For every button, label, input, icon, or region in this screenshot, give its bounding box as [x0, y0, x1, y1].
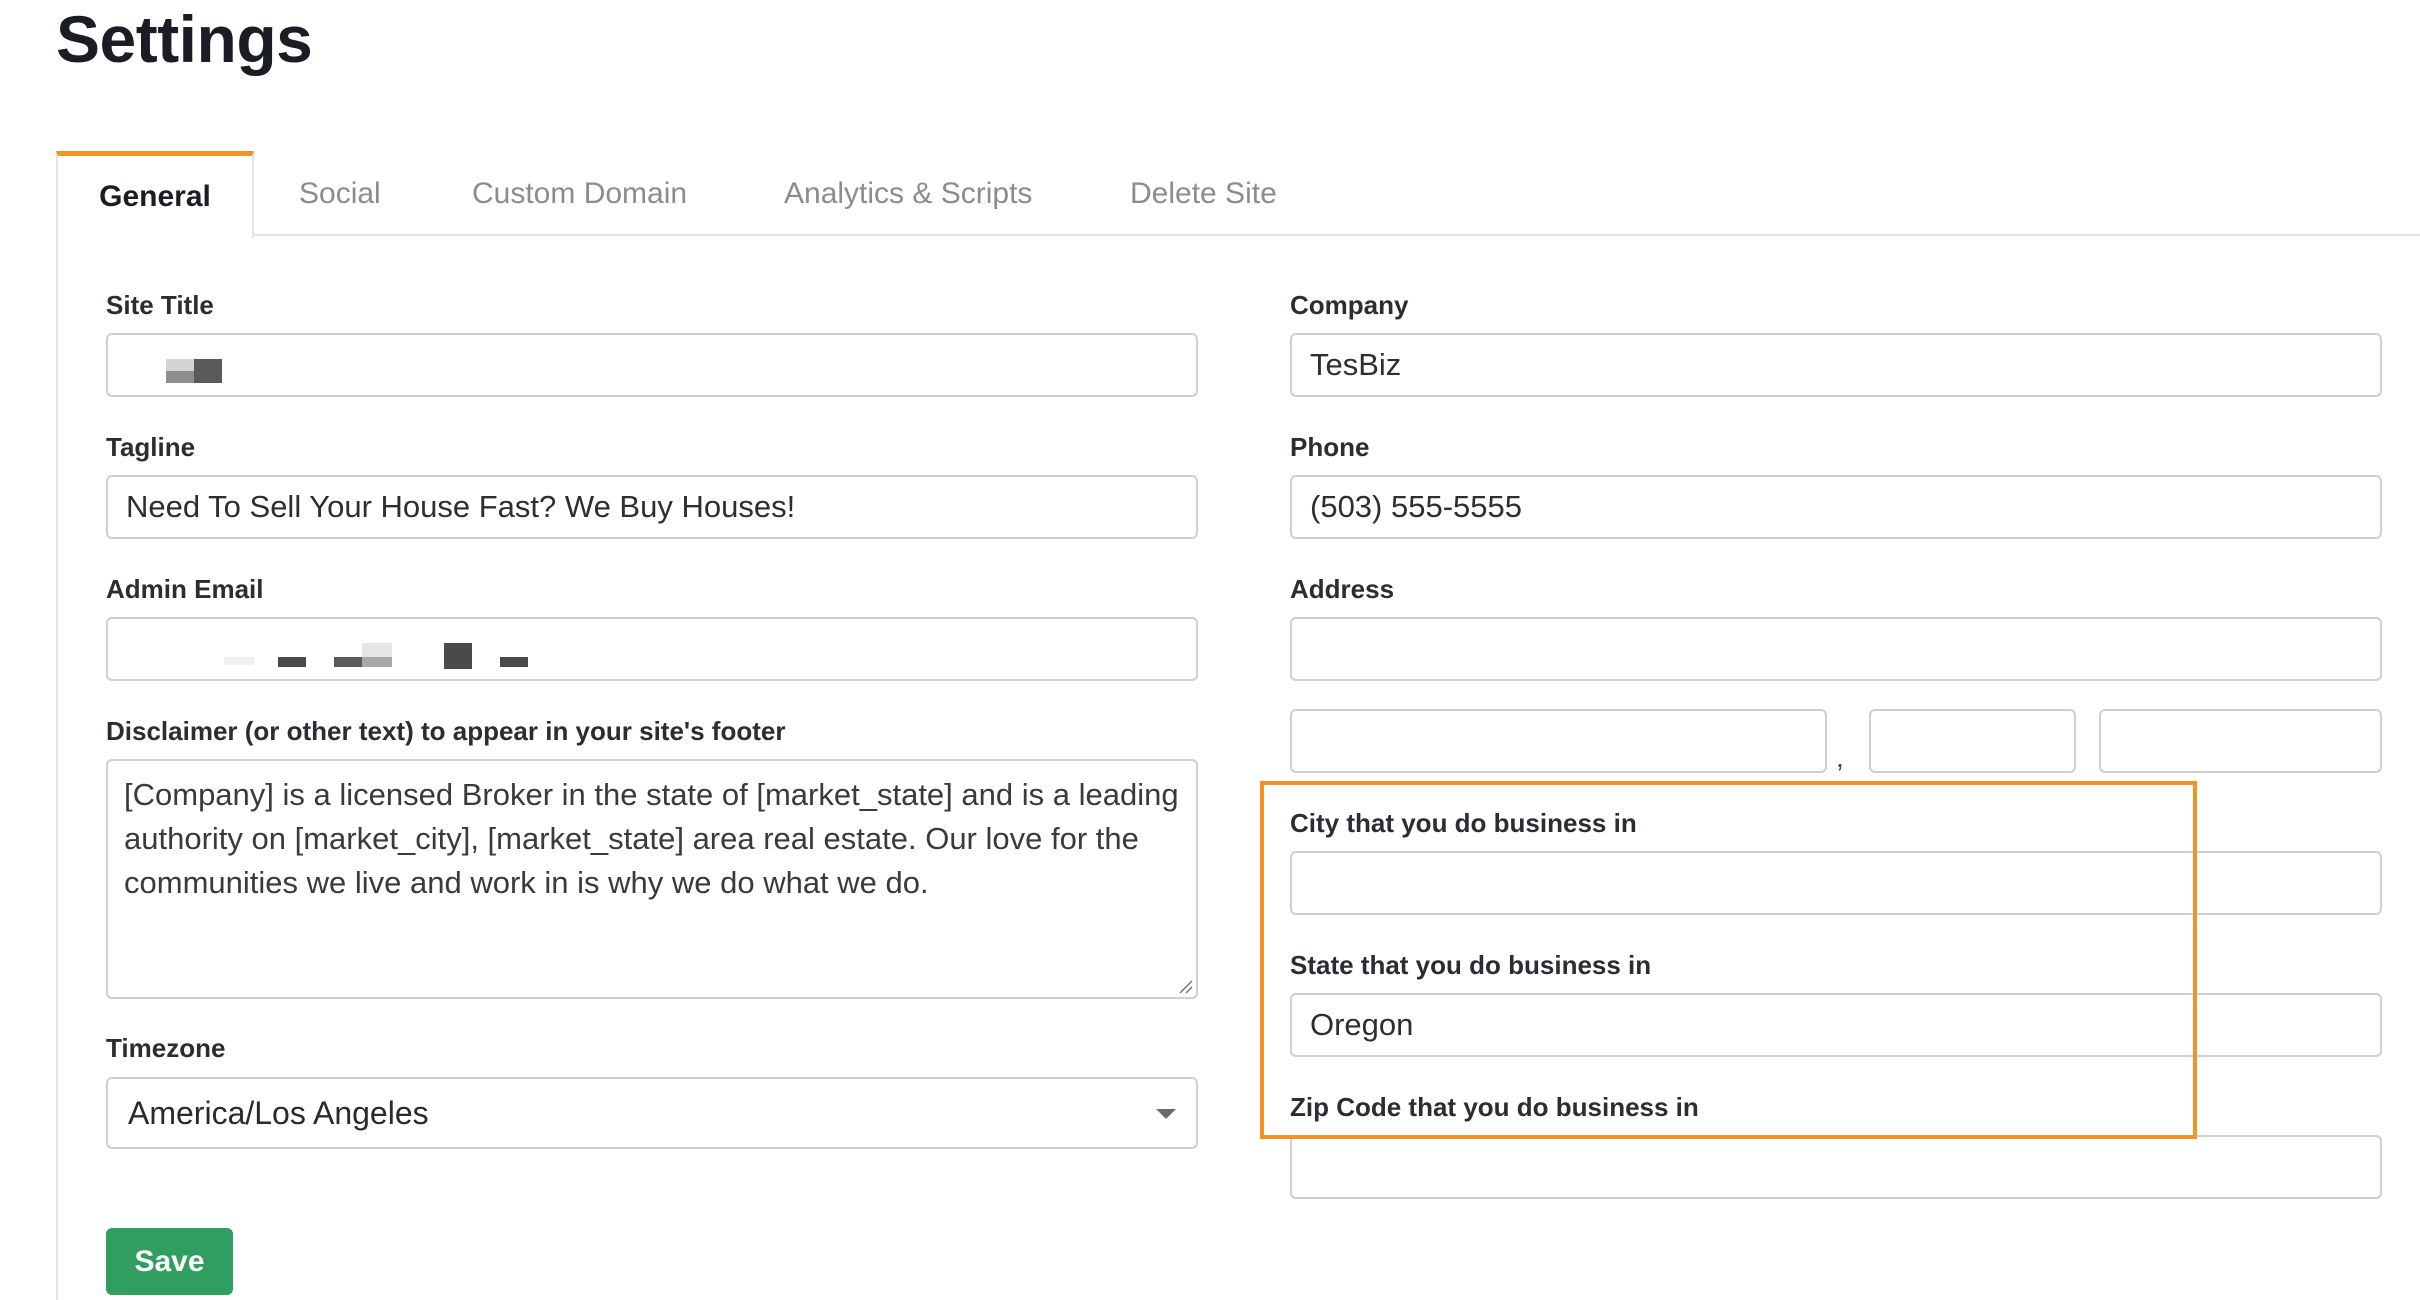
phone-label: Phone — [1290, 432, 1370, 462]
redacted-text — [444, 643, 472, 669]
disclaimer-textarea[interactable]: [Company] is a licensed Broker in the st… — [106, 759, 1198, 999]
address-city-input[interactable] — [1290, 709, 1827, 773]
timezone-label: Timezone — [106, 1033, 226, 1063]
zip-business-label: Zip Code that you do business in — [1290, 1092, 1699, 1122]
admin-email-input[interactable] — [106, 617, 1198, 681]
redacted-text — [278, 657, 306, 667]
redacted-text — [334, 657, 362, 667]
state-business-input[interactable]: Oregon — [1290, 993, 2382, 1057]
address-label: Address — [1290, 574, 1395, 604]
redacted-text — [166, 359, 194, 371]
tab-social[interactable]: Social — [299, 151, 381, 236]
zip-business-input[interactable] — [1290, 1135, 2382, 1199]
address-zip-input[interactable] — [2099, 709, 2382, 773]
admin-email-label: Admin Email — [106, 574, 264, 604]
tab-analytics-scripts[interactable]: Analytics & Scripts — [784, 151, 1032, 236]
redacted-text — [166, 371, 194, 383]
save-button[interactable]: Save — [106, 1228, 233, 1295]
site-title-input[interactable] — [106, 333, 1198, 397]
state-business-label: State that you do business in — [1290, 950, 1652, 980]
tab-general[interactable]: General — [56, 151, 254, 238]
settings-tabs: General Social Custom Domain Analytics &… — [56, 151, 2420, 238]
site-title-label: Site Title — [106, 290, 214, 320]
tab-delete-site[interactable]: Delete Site — [1130, 151, 1277, 236]
redacted-text — [224, 657, 254, 665]
company-label: Company — [1290, 290, 1409, 320]
timezone-value: America/Los Angeles — [128, 1095, 429, 1131]
address-separator: , — [1836, 742, 1844, 773]
address-input[interactable] — [1290, 617, 2382, 681]
timezone-select[interactable]: America/Los Angeles — [106, 1077, 1198, 1149]
disclaimer-text: [Company] is a licensed Broker in the st… — [124, 777, 1179, 900]
tab-custom-domain[interactable]: Custom Domain — [472, 151, 687, 236]
redacted-text — [362, 657, 392, 667]
resize-grip-icon[interactable] — [1177, 978, 1193, 994]
address-state-input[interactable] — [1869, 709, 2076, 773]
city-business-label: City that you do business in — [1290, 808, 1637, 838]
tagline-input[interactable]: Need To Sell Your House Fast? We Buy Hou… — [106, 475, 1198, 539]
company-input[interactable]: TesBiz — [1290, 333, 2382, 397]
disclaimer-label: Disclaimer (or other text) to appear in … — [106, 716, 786, 746]
redacted-text — [500, 657, 528, 667]
city-business-input[interactable] — [1290, 851, 2382, 915]
phone-input[interactable]: (503) 555-5555 — [1290, 475, 2382, 539]
tagline-label: Tagline — [106, 432, 196, 462]
redacted-text — [194, 359, 222, 383]
page-title: Settings — [56, 2, 313, 76]
caret-down-icon — [1156, 1109, 1176, 1119]
panel-border — [56, 236, 58, 1300]
